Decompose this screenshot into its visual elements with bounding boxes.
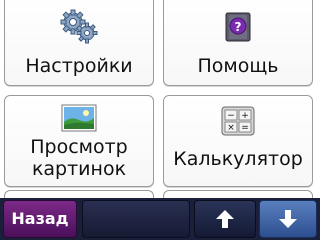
bottom-toolbar: Назад xyxy=(0,198,320,240)
svg-text:=: = xyxy=(241,123,249,133)
arrow-down-icon xyxy=(279,210,297,228)
svg-text:×: × xyxy=(227,123,235,133)
picture-viewer-tile[interactable]: Просмотр картинок xyxy=(4,95,154,187)
menu-tile-partial[interactable] xyxy=(4,190,154,198)
help-tile[interactable]: ? Помощь xyxy=(163,0,313,86)
settings-gears-icon xyxy=(60,9,98,44)
menu-tile-partial[interactable] xyxy=(163,190,313,198)
scroll-up-button[interactable] xyxy=(194,200,256,238)
toolbar-empty-area xyxy=(82,200,190,238)
calculator-tile[interactable]: − + × = Калькулятор xyxy=(163,95,313,187)
arrow-up-icon xyxy=(216,210,234,228)
svg-text:+: + xyxy=(241,111,249,121)
settings-tile[interactable]: Настройки xyxy=(4,0,154,86)
picture-viewer-label: Просмотр картинок xyxy=(30,136,128,180)
svg-text:−: − xyxy=(227,111,235,121)
help-label: Помощь xyxy=(197,55,279,77)
picture-viewer-icon xyxy=(61,104,97,132)
calculator-label: Калькулятор xyxy=(173,148,303,170)
help-question-icon: ? xyxy=(225,12,251,42)
scroll-down-button[interactable] xyxy=(259,200,317,238)
svg-text:?: ? xyxy=(235,20,242,34)
back-button[interactable]: Назад xyxy=(3,200,77,238)
calculator-icon: − + × = xyxy=(221,106,255,136)
settings-label: Настройки xyxy=(25,55,133,77)
menu-grid: Настройки ? Помощь Просмотр картинок − +… xyxy=(0,0,320,198)
